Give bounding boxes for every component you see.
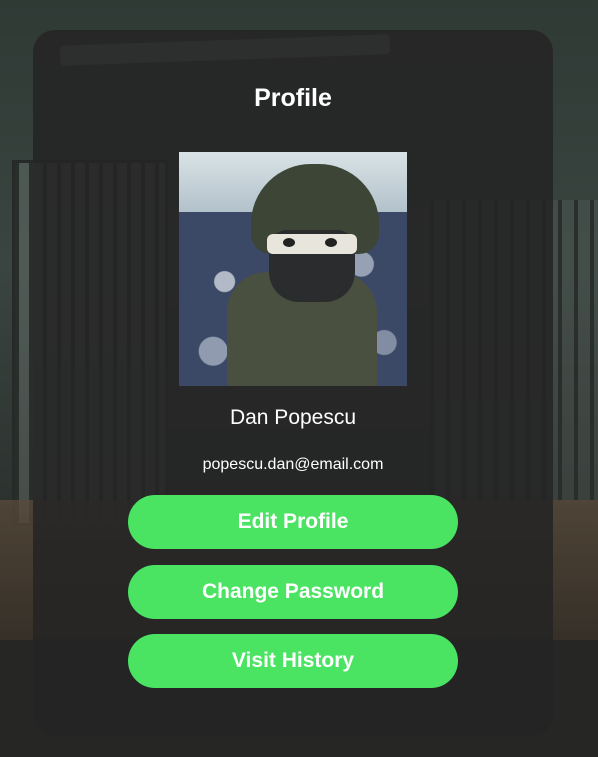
avatar <box>179 152 407 386</box>
visit-history-button[interactable]: Visit History <box>128 634 458 688</box>
user-email: popescu.dan@email.com <box>202 456 384 473</box>
page-title: Profile <box>254 84 332 112</box>
user-name: Dan Popescu <box>229 406 357 429</box>
change-password-button[interactable]: Change Password <box>128 565 458 619</box>
edit-profile-button[interactable]: Edit Profile <box>128 495 458 549</box>
